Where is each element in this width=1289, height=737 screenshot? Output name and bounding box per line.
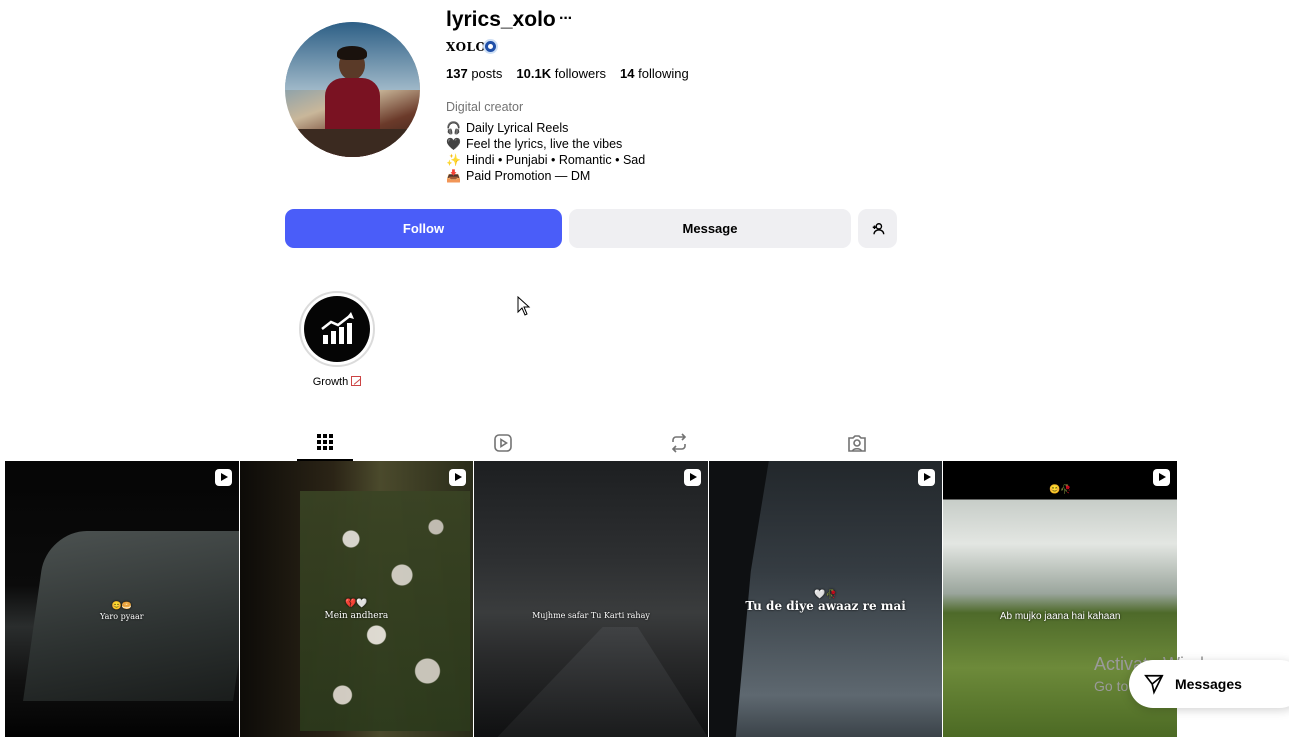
add-person-icon <box>872 222 884 234</box>
tab-reposts[interactable] <box>651 425 707 461</box>
tab-posts[interactable] <box>297 425 353 461</box>
suggested-accounts-button[interactable] <box>858 209 897 248</box>
post-caption-emoji: 💔🤍 <box>345 599 368 609</box>
bio-line: 🎧 Daily Lyrical Reels <box>446 121 569 135</box>
reels-icon <box>494 434 512 452</box>
story-highlight[interactable] <box>299 291 375 367</box>
bio-line: ✨ Hindi • Punjabi • Romantic • Sad <box>446 153 646 167</box>
more-options-icon[interactable]: ··· <box>559 10 573 28</box>
profile-category: Digital creator <box>446 100 524 114</box>
profile-bio: 🎧 Daily Lyrical Reels 🖤 Feel the lyrics, l… <box>446 120 645 184</box>
profile-username: lyrics_xolo <box>446 8 556 31</box>
tagged-icon <box>848 435 866 452</box>
post-caption: Ab mujko jaana hai kahaan <box>999 611 1121 622</box>
headphones-icon: 🎧 <box>446 121 461 135</box>
message-button[interactable]: Message <box>569 209 851 248</box>
inbox-icon: 📥 <box>446 169 461 183</box>
repost-icon <box>671 433 687 453</box>
reel-indicator-icon <box>214 469 232 486</box>
post-tile[interactable]: 🤍🥀 Tu de diye awaaz re mai <box>708 461 943 737</box>
followers-stat[interactable]: 10.1K followers <box>516 66 606 81</box>
messages-label: Messages <box>1175 676 1242 692</box>
growth-chart-icon <box>321 312 354 344</box>
tab-reels[interactable] <box>475 425 531 461</box>
verified-badge-icon <box>483 39 498 54</box>
post-tile[interactable]: 💔🤍 Mein andhera <box>239 461 474 737</box>
highlight-label: Growth <box>296 376 378 388</box>
following-stat[interactable]: 14 following <box>620 66 689 81</box>
avatar-foreground <box>285 129 420 157</box>
reel-indicator-icon <box>449 469 467 486</box>
profile-tabs <box>0 425 1289 461</box>
post-caption: Mujhme safar Tu Karti rahay <box>532 611 650 620</box>
profile-avatar[interactable] <box>285 22 420 157</box>
post-caption: Tu de diye awaaz re mai <box>745 599 906 613</box>
grid-icon <box>317 434 333 450</box>
follow-button[interactable]: Follow <box>285 209 562 248</box>
reel-indicator-icon <box>1152 469 1170 486</box>
heart-icon: 🖤 <box>446 137 461 151</box>
post-tile[interactable]: Mujhme safar Tu Karti rahay <box>474 461 708 737</box>
tab-tagged[interactable] <box>829 425 885 461</box>
posts-stat: 137 posts <box>446 66 503 81</box>
post-caption-emoji: 😊🥯 <box>111 601 132 610</box>
post-caption: Yaro pyaar <box>99 612 144 621</box>
profile-stats: 137 posts 10.1K followers 14 following <box>446 66 689 81</box>
post-tile[interactable]: 😊🥯 Yaro pyaar <box>5 461 239 737</box>
send-icon <box>1144 674 1164 695</box>
posts-grid: 😊🥯 Yaro pyaar 💔🤍 Mein andhera Mujhme saf… <box>5 461 1177 737</box>
chart-badge-icon <box>351 376 362 386</box>
sparkles-icon: ✨ <box>446 153 461 167</box>
bio-line: 🖤 Feel the lyrics, live the vibes <box>446 137 623 151</box>
reel-indicator-icon <box>918 469 936 486</box>
bio-line: 📥 Paid Promotion — DM <box>446 169 591 183</box>
post-caption: Mein andhera <box>324 611 389 621</box>
profile-full-name: XOLO <box>446 40 487 54</box>
post-caption-emoji: 😊🥀 <box>1048 485 1072 495</box>
messages-button[interactable]: Messages <box>1129 660 1289 708</box>
mouse-cursor-icon <box>517 296 531 316</box>
reel-indicator-icon <box>683 469 701 486</box>
